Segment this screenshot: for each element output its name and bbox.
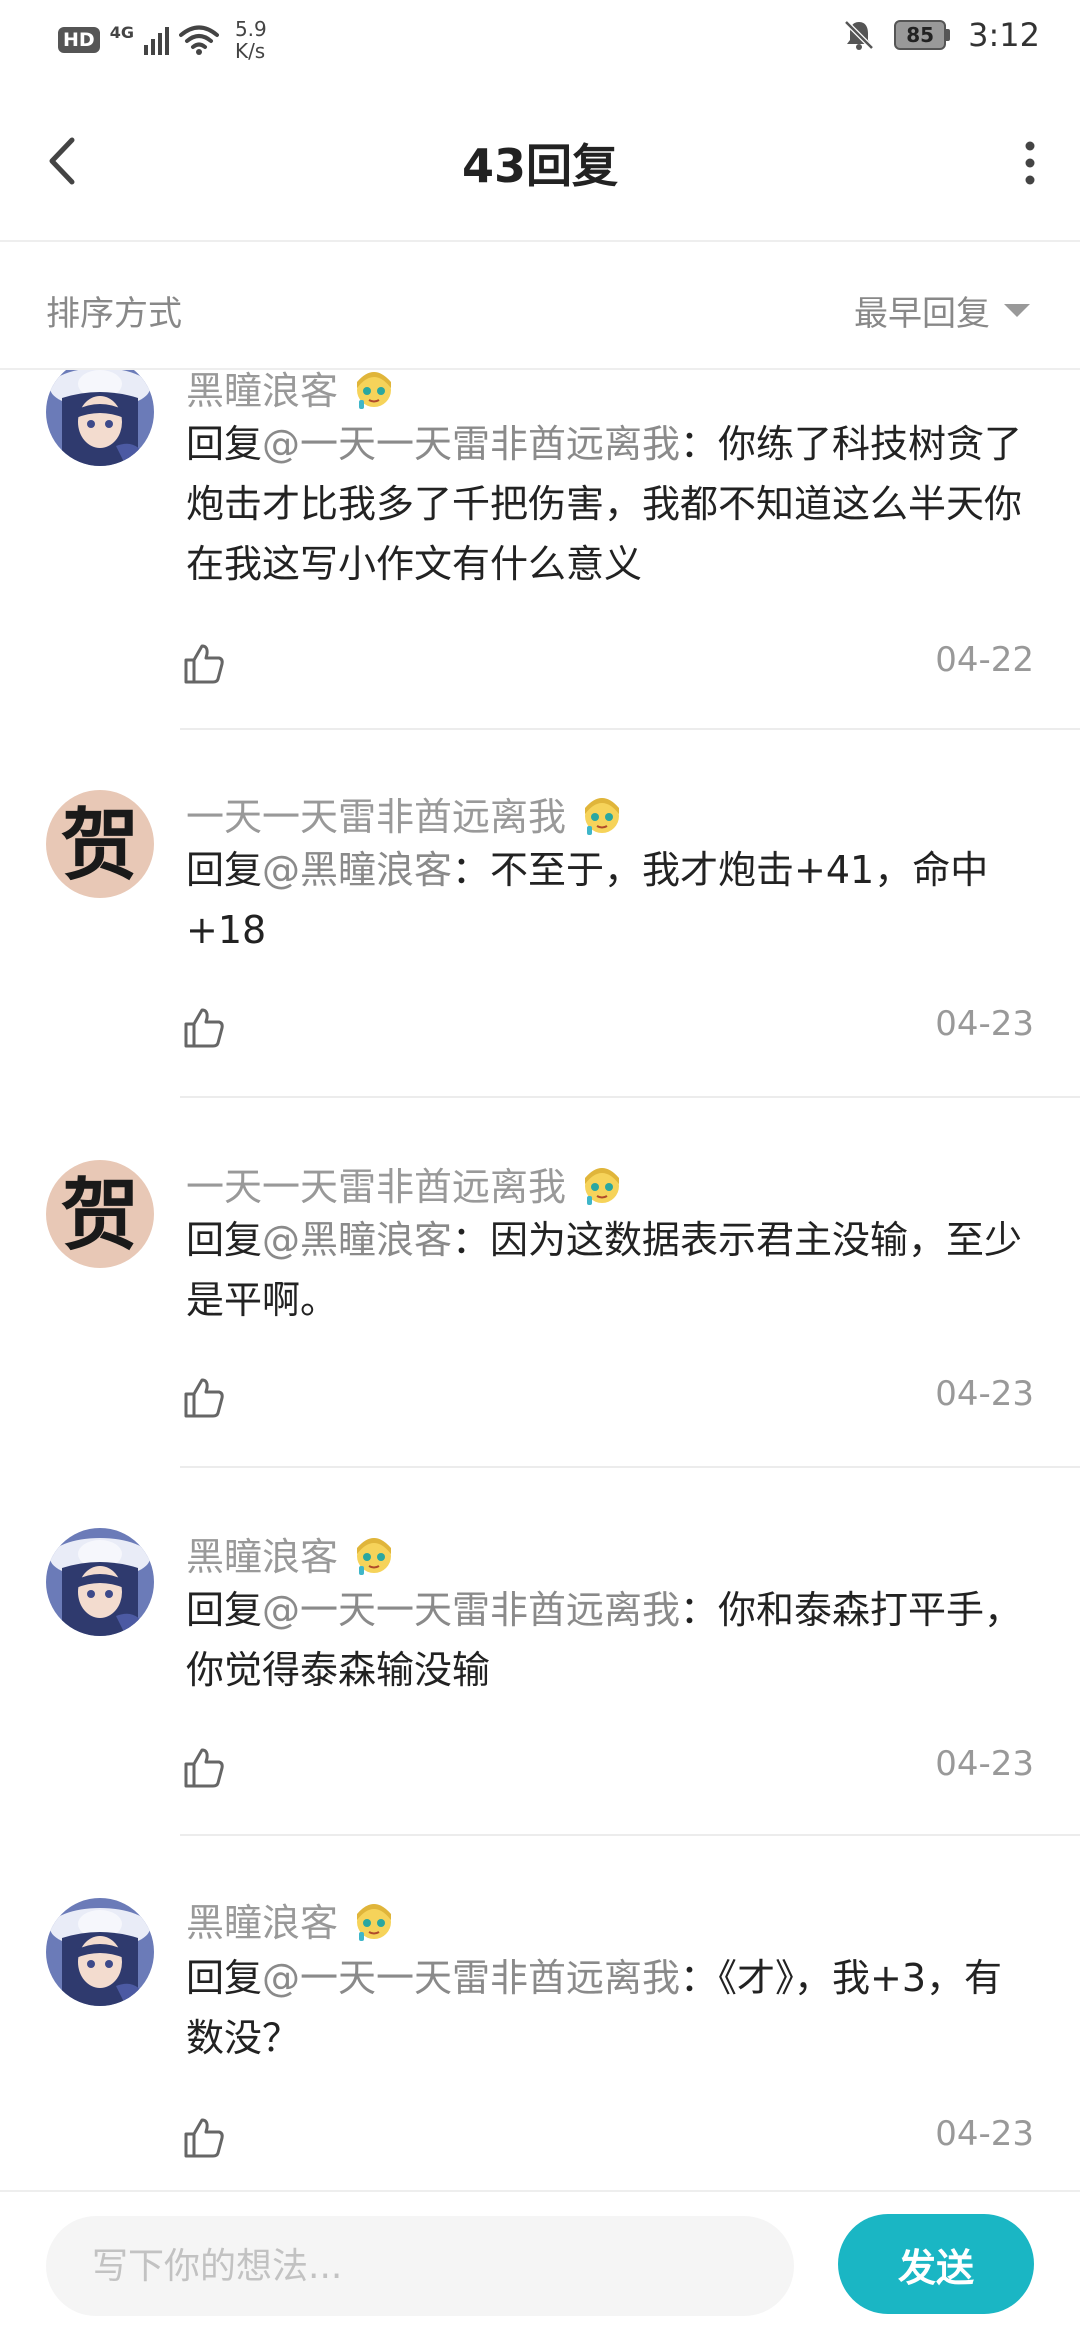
avatar-char: 贺: [61, 1170, 139, 1261]
mention-link[interactable]: @黑瞳浪客: [262, 848, 452, 892]
reply-prefix: 回复: [186, 422, 263, 466]
thumbs-up-icon[interactable]: [182, 1006, 226, 1050]
mention-link[interactable]: @一天一天雷非酋远离我: [262, 422, 680, 466]
reply-prefix: 回复: [186, 1588, 263, 1632]
wifi-icon: [178, 25, 219, 55]
anime-girl-avatar-icon: [46, 1528, 154, 1636]
reply-item: 黑瞳浪客 回复@一天一天雷非酋远离我：你练了科技树贪了炮击才比我多了千把伤害，我…: [0, 370, 1080, 730]
hd-badge: HD: [58, 27, 100, 53]
username[interactable]: 黑瞳浪客: [186, 1526, 338, 1581]
thumbs-up-icon[interactable]: [182, 1376, 226, 1420]
reply-text: 回复@一天一天雷非酋远离我：你练了科技树贪了炮击才比我多了千把伤害，我都不知道这…: [186, 414, 1036, 594]
sort-bar: 排序方式 最早回复: [0, 244, 1080, 370]
thumbs-up-icon[interactable]: [182, 2116, 226, 2160]
reply-item: 贺 一天一天雷非酋远离我 回复@黑瞳浪客：因为这数据表示君主没输，至少是平啊。 …: [0, 1160, 1080, 1528]
status-time: 3:12: [968, 16, 1040, 54]
signal-icon: [143, 25, 169, 55]
avatar[interactable]: 贺: [46, 790, 154, 898]
reply-prefix: 回复: [186, 1218, 263, 1262]
status-bar: HD 4G 5.9 K/s 85 3:12: [0, 0, 1080, 80]
divider: [180, 1466, 1080, 1468]
status-right: 85 3:12: [842, 16, 1040, 54]
thumbs-up-icon[interactable]: [182, 642, 226, 686]
status-left: HD 4G 5.9 K/s: [58, 18, 267, 62]
reply-text: 回复@一天一天雷非酋远离我：你和泰森打平手，你觉得泰森输没输: [186, 1580, 1036, 1700]
reply-text: 回复@一天一天雷非酋远离我：《才》，我+3，有数没？: [186, 1948, 1036, 2068]
avatar[interactable]: [46, 1898, 154, 2006]
mention-link[interactable]: @一天一天雷非酋远离我: [262, 1588, 680, 1632]
reply-date: 04-22: [935, 640, 1034, 680]
cartoon-face-badge-icon: [357, 1537, 392, 1575]
reply-date: 04-23: [935, 1004, 1034, 1044]
sort-label: 排序方式: [46, 294, 182, 334]
username[interactable]: 一天一天雷非酋远离我: [186, 1156, 566, 1211]
title-bar: 43回复: [0, 80, 1080, 242]
reply-text: 回复@黑瞳浪客：因为这数据表示君主没输，至少是平啊。: [186, 1210, 1036, 1330]
thumbs-up-icon[interactable]: [182, 1746, 226, 1790]
reply-item: 贺 一天一天雷非酋远离我 回复@黑瞳浪客：不至于，我才炮击+41，命中+18 0…: [0, 790, 1080, 1158]
bell-muted-icon: [844, 20, 874, 50]
speed-value: 5.9: [234, 17, 267, 41]
reply-prefix: 回复: [186, 1956, 263, 2000]
sort-selected: 最早回复: [854, 294, 990, 334]
username[interactable]: 黑瞳浪客: [186, 370, 338, 415]
comment-input[interactable]: [46, 2216, 794, 2316]
anime-girl-avatar-icon: [46, 1898, 154, 2006]
send-button[interactable]: 发送: [838, 2214, 1034, 2314]
caret-down-icon: [1004, 304, 1030, 317]
comment-composer: 发送: [0, 2190, 1080, 2340]
username[interactable]: 一天一天雷非酋远离我: [186, 786, 566, 841]
sort-dropdown[interactable]: 最早回复: [854, 286, 1030, 335]
username-row: 一天一天雷非酋远离我: [186, 1156, 626, 1211]
calligraphy-avatar-icon: 贺: [46, 1160, 154, 1268]
cartoon-face-badge-icon: [585, 1167, 620, 1205]
divider: [180, 1096, 1080, 1098]
battery-level: 85: [894, 20, 947, 50]
reply-date: 04-23: [935, 2114, 1034, 2154]
mention-link[interactable]: @黑瞳浪客: [262, 1218, 452, 1262]
calligraphy-avatar-icon: 贺: [46, 790, 154, 898]
cartoon-face-badge-icon: [585, 797, 620, 835]
reply-list[interactable]: 黑瞳浪客 回复@一天一天雷非酋远离我：你练了科技树贪了炮击才比我多了千把伤害，我…: [0, 370, 1080, 2190]
username-row: 黑瞳浪客: [186, 1526, 398, 1581]
reply-item: 黑瞳浪客 回复@一天一天雷非酋远离我：《才》，我+3，有数没？ 04-23: [0, 1898, 1080, 2190]
avatar[interactable]: [46, 1528, 154, 1636]
reply-item: 黑瞳浪客 回复@一天一天雷非酋远离我：你和泰森打平手，你觉得泰森输没输 04-2…: [0, 1528, 1080, 1896]
cartoon-face-badge-icon: [357, 1903, 392, 1941]
username-row: 一天一天雷非酋远离我: [186, 786, 626, 841]
username-row: 黑瞳浪客: [186, 370, 398, 415]
username[interactable]: 黑瞳浪客: [186, 1892, 338, 1947]
mention-link[interactable]: @一天一天雷非酋远离我: [262, 1956, 680, 2000]
divider: [180, 1834, 1080, 1836]
reply-text: 回复@黑瞳浪客：不至于，我才炮击+41，命中+18: [186, 840, 1036, 960]
network-type: 4G: [109, 22, 134, 42]
reply-date: 04-23: [935, 1374, 1034, 1414]
speed-unit: K/s: [234, 39, 266, 63]
cartoon-face-badge-icon: [357, 371, 392, 409]
battery-icon: 85: [894, 20, 951, 50]
avatar[interactable]: [46, 370, 154, 466]
vertical-dots-icon[interactable]: [1000, 128, 1050, 198]
network-speed: 5.9 K/s: [235, 18, 267, 62]
avatar[interactable]: 贺: [46, 1160, 154, 1268]
reply-date: 04-23: [935, 1744, 1034, 1784]
divider: [180, 728, 1080, 730]
reply-prefix: 回复: [186, 848, 263, 892]
username-row: 黑瞳浪客: [186, 1892, 398, 1947]
page-title: 43回复: [461, 139, 618, 193]
anime-girl-avatar-icon: [46, 370, 154, 466]
avatar-char: 贺: [61, 800, 139, 891]
